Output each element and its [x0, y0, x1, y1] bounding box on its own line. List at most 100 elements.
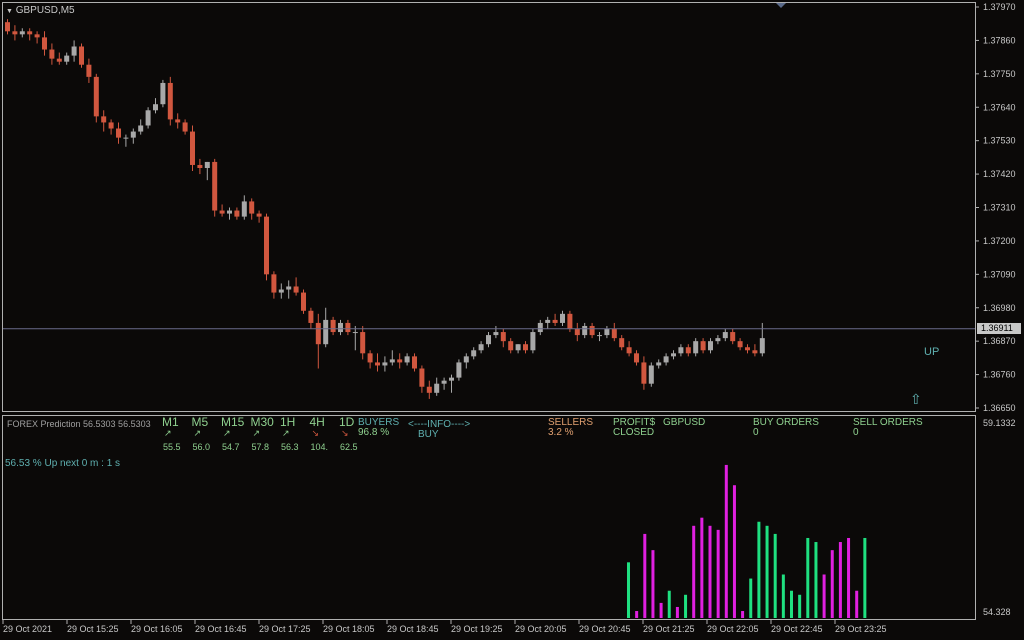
- candle-body: [671, 353, 676, 357]
- trend-up-icon: ↗: [164, 428, 172, 438]
- price-tick-label: 1.37310: [983, 203, 1016, 213]
- candle-body: [204, 161, 210, 169]
- candle-body: [86, 64, 92, 77]
- time-tick-label: 29 Oct 23:25: [835, 624, 887, 634]
- trend-up-icon: ↗: [223, 428, 231, 438]
- candle-body: [145, 110, 151, 126]
- candle: [648, 362, 654, 387]
- candle: [212, 158, 218, 217]
- buyers-bar: [757, 521, 761, 618]
- price-tick-label: 1.37090: [983, 269, 1016, 279]
- timeframe-value: 54.7: [222, 442, 240, 452]
- dropdown-triangle-icon[interactable]: ▼: [6, 8, 13, 15]
- candle-body: [685, 347, 691, 354]
- candle-body: [619, 338, 625, 348]
- time-tick-label: 29 Oct 22:05: [707, 624, 759, 634]
- candle-body: [700, 341, 706, 351]
- candle-body: [227, 210, 232, 214]
- candle-body: [678, 347, 684, 354]
- price-tick-label: 1.37200: [983, 236, 1016, 246]
- buyers-bar: [814, 542, 818, 618]
- candle-body: [301, 292, 306, 311]
- candle-body: [663, 356, 669, 363]
- timeframe-label: 1D: [339, 415, 355, 429]
- candle-body: [79, 46, 84, 65]
- candle-body: [404, 356, 410, 363]
- candle: [167, 76, 173, 126]
- candle: [530, 329, 536, 354]
- candle-body: [249, 201, 255, 214]
- candle-body: [560, 313, 565, 323]
- up-signal-label: UP: [924, 346, 940, 358]
- buy-orders-label: BUY ORDERS: [753, 417, 819, 428]
- trend-up-icon: ↗: [252, 428, 261, 438]
- price-tick-label: 1.37970: [983, 2, 1016, 12]
- candle-body: [71, 46, 77, 56]
- trend-down-icon: ↘: [311, 428, 320, 438]
- candle-body: [611, 329, 617, 339]
- candle-body: [101, 116, 107, 123]
- timeframe-label: M15: [221, 415, 245, 429]
- symbol-title-text: GBPUSD,M5: [15, 5, 75, 16]
- timeframe-value: 56.0: [192, 442, 211, 452]
- timeframe-value: 104.: [310, 442, 329, 452]
- timeframe-label: M1: [162, 415, 179, 429]
- timeframe-value: 55.5: [163, 442, 181, 452]
- timeframe-label: M30: [250, 415, 274, 429]
- candle-body: [656, 362, 662, 366]
- price-tick-label: 1.36870: [983, 336, 1016, 346]
- candle-body: [515, 344, 521, 351]
- time-tick-label: 29 Oct 18:05: [323, 624, 375, 634]
- time-tick-label: 29 Oct 18:45: [387, 624, 439, 634]
- candle-body: [375, 362, 380, 366]
- time-tick-label: 29 Oct 20:05: [515, 624, 567, 634]
- candle-body: [567, 313, 573, 330]
- candle-body: [93, 76, 99, 117]
- candle-body: [27, 31, 33, 35]
- candle-body: [582, 325, 588, 336]
- time-tick-label: 29 Oct 16:05: [131, 624, 183, 634]
- candle-body: [449, 377, 454, 381]
- trend-down-icon: ↘: [341, 428, 349, 438]
- timeframe-value: 57.8: [251, 442, 270, 452]
- candle-body: [123, 137, 129, 139]
- candle-body: [545, 319, 551, 323]
- candle-body: [597, 335, 602, 337]
- sellers-bar: [716, 529, 720, 618]
- up-arrow-icon: ⇧: [910, 391, 922, 407]
- sell-orders-label: SELL ORDERS: [853, 417, 923, 428]
- candle-body: [293, 286, 299, 293]
- candle-body: [508, 341, 514, 351]
- candle-body: [197, 164, 203, 169]
- candle-body: [49, 49, 55, 59]
- symbol-title[interactable]: ▼ GBPUSD,M5: [6, 5, 75, 17]
- candle-body: [175, 119, 181, 123]
- buyers-bar: [863, 537, 867, 618]
- candle-body: [219, 210, 225, 214]
- candle-body: [471, 350, 477, 357]
- candle-body: [64, 55, 70, 62]
- candle-body: [160, 82, 166, 105]
- candle-body: [426, 386, 432, 393]
- buyers-bar: [667, 590, 671, 618]
- candle-body: [5, 22, 10, 32]
- buyers-bar: [749, 578, 753, 618]
- candle-body: [34, 34, 40, 38]
- symbol-label: GBPUSD: [663, 417, 706, 428]
- candle-body: [648, 365, 654, 384]
- candle-body: [730, 332, 736, 342]
- info-signal: BUY: [418, 429, 439, 440]
- sellers-bar: [651, 550, 655, 618]
- candle-body: [523, 344, 528, 351]
- sellers-bar: [675, 606, 679, 618]
- buyers-bar: [773, 533, 777, 618]
- sellers-bar: [830, 550, 834, 618]
- buyers-bar: [684, 594, 688, 618]
- buyers-bar: [627, 562, 630, 618]
- sell-orders-value: 0: [853, 427, 859, 438]
- indicator-axis-top: 59.1332: [983, 418, 1016, 428]
- candle: [145, 107, 151, 129]
- sellers-bar: [724, 464, 728, 618]
- candle-body: [360, 332, 366, 354]
- candle-body: [715, 338, 721, 342]
